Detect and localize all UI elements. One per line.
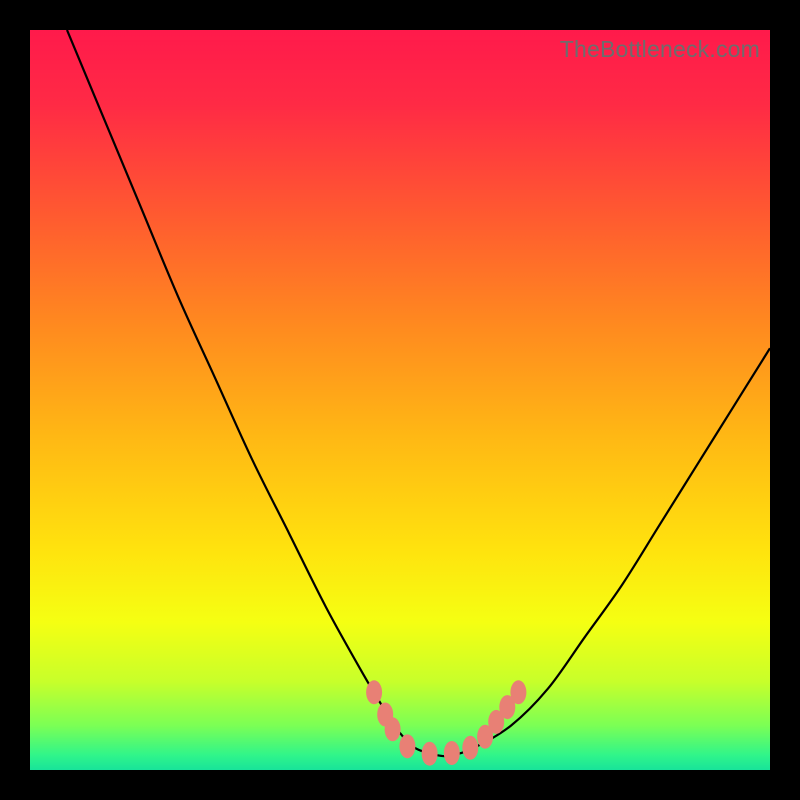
curve-markers [30,30,770,770]
outer-frame: TheBottleneck.com [0,0,800,800]
curve-marker [422,742,438,766]
curve-marker [462,736,478,760]
curve-marker [510,680,526,704]
curve-marker [366,680,382,704]
plot-area: TheBottleneck.com [30,30,770,770]
curve-marker [399,734,415,758]
curve-marker [385,717,401,741]
curve-marker [444,741,460,765]
